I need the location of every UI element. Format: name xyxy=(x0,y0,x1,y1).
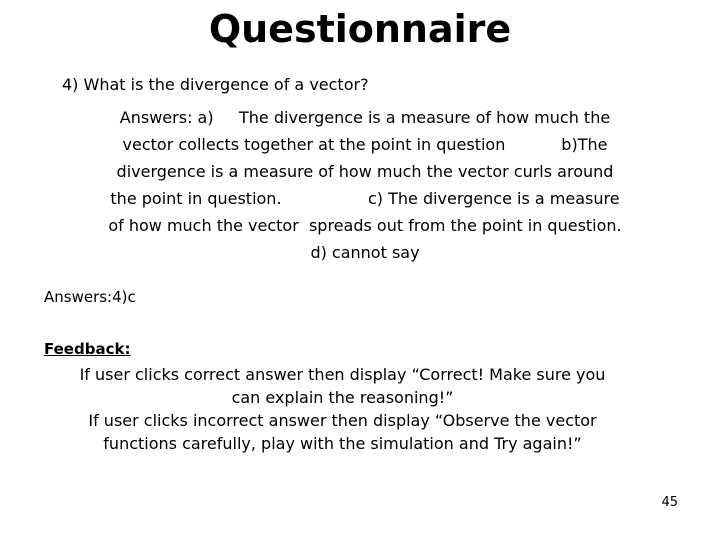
answer-options-block: Answers: a) The divergence is a measure … xyxy=(40,104,690,266)
answer-line: the point in question. c) The divergence… xyxy=(110,189,620,208)
question-text: 4) What is the divergence of a vector? xyxy=(62,75,369,94)
page-number: 45 xyxy=(661,495,678,510)
feedback-heading: Feedback: xyxy=(44,340,131,358)
feedback-line: functions carefully, play with the simul… xyxy=(103,434,582,453)
feedback-line: If user clicks correct answer then displ… xyxy=(79,365,606,384)
feedback-line: can explain the reasoning!” xyxy=(231,388,454,407)
feedback-line: If user clicks incorrect answer then dis… xyxy=(88,411,597,430)
answer-key-text: Answers:4)c xyxy=(44,288,136,306)
answer-line: divergence is a measure of how much the … xyxy=(116,162,614,181)
answer-line: vector collects together at the point in… xyxy=(122,135,608,154)
answer-line: Answers: a) The divergence is a measure … xyxy=(119,108,611,127)
page-title: Questionnaire xyxy=(208,7,512,51)
answer-line: of how much the vector spreads out from … xyxy=(108,216,622,235)
slide-canvas: Questionnaire 4) What is the divergence … xyxy=(0,0,720,540)
answer-line: d) cannot say xyxy=(310,243,420,262)
feedback-block: If user clicks correct answer then displ… xyxy=(30,363,655,455)
